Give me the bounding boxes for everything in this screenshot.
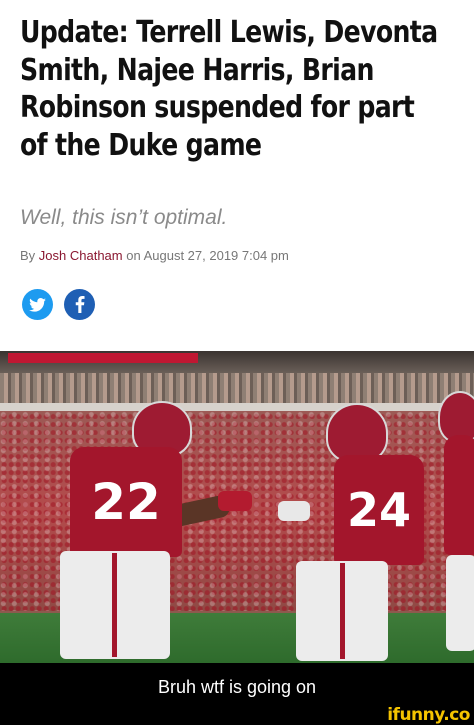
player-left-jersey: 22 — [70, 447, 182, 557]
twitter-bird-icon — [29, 297, 46, 312]
facebook-f-icon — [75, 296, 85, 313]
byline-prefix: By — [20, 248, 39, 263]
player-far-right — [434, 391, 474, 663]
player-left-pants-stripe — [112, 553, 117, 657]
player-left-glove — [218, 491, 252, 511]
headline-line: of the Duke game — [20, 127, 262, 163]
stadium-upper-tier — [0, 373, 474, 403]
player-right: 24 — [278, 403, 438, 663]
player-right-helmet — [326, 403, 388, 463]
publish-date: August 27, 2019 7:04 pm — [143, 248, 289, 263]
article-photo: 22 24 — [0, 351, 474, 663]
article-subhead: Well, this isn’t optimal. — [20, 206, 228, 229]
byline-on: on — [122, 248, 144, 263]
player-right-glove — [278, 501, 310, 521]
facebook-share-button[interactable] — [64, 289, 95, 320]
player-far-right-pants — [446, 555, 474, 651]
article-headline: Update: Terrell Lewis, Devonta Smith, Na… — [20, 14, 457, 164]
caption-text: Bruh wtf is going on — [157, 676, 317, 697]
player-right-jersey: 24 — [334, 455, 424, 565]
jersey-number: 24 — [346, 483, 411, 537]
headline-line: Update: Terrell Lewis, Devonta — [20, 15, 438, 50]
stadium-red-banner — [8, 353, 198, 363]
jersey-number: 22 — [91, 473, 161, 531]
player-right-pants-stripe — [340, 563, 345, 659]
author-link[interactable]: Josh Chatham — [39, 248, 123, 263]
ifunny-watermark: ifunny.co — [387, 705, 470, 725]
byline: By Josh Chatham on August 27, 2019 7:04 … — [20, 248, 289, 263]
headline-line: Robinson suspended for part — [20, 90, 415, 125]
twitter-share-button[interactable] — [22, 289, 53, 320]
headline-line: Smith, Najee Harris, Brian — [20, 52, 374, 88]
meme-caption: Bruh wtf is going on — [0, 663, 474, 711]
player-far-right-jersey — [444, 435, 474, 555]
player-left: 22 — [50, 401, 252, 663]
